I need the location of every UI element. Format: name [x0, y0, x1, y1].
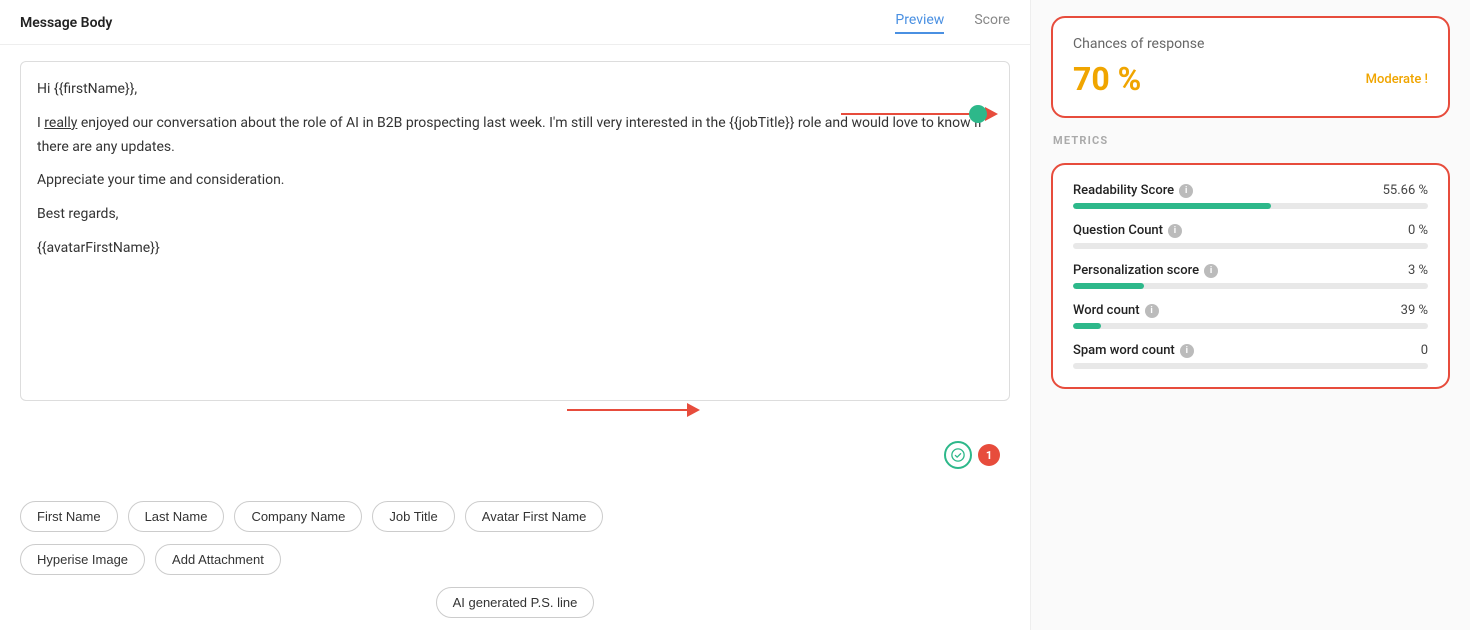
message-line-greeting: Hi {{firstName}},	[37, 78, 993, 102]
response-card-title: Chances of response	[1073, 36, 1428, 52]
personalization-info-icon[interactable]: i	[1204, 264, 1218, 278]
metric-spam: Spam word count i 0	[1073, 343, 1428, 369]
word-count-progress-fill	[1073, 323, 1101, 329]
textarea-footer: 1	[944, 441, 1000, 469]
token-job-title[interactable]: Job Title	[372, 501, 454, 532]
personalization-progress-bg	[1073, 283, 1428, 289]
metrics-section-label: METRICS	[1051, 134, 1450, 147]
token-buttons-row2: Hyperise Image Add Attachment	[0, 544, 1030, 587]
token-buttons-area: First Name Last Name Company Name Job Ti…	[0, 489, 1030, 544]
metric-question-top: Question Count i 0 %	[1073, 223, 1428, 238]
question-progress-bg	[1073, 243, 1428, 249]
word-count-info-icon[interactable]: i	[1145, 304, 1159, 318]
arrow-annotation-bottom	[567, 403, 700, 417]
token-last-name[interactable]: Last Name	[128, 501, 225, 532]
metric-spam-name: Spam word count i	[1073, 343, 1194, 358]
metric-personalization: Personalization score i 3 %	[1073, 263, 1428, 289]
metric-readability-top: Readability Score i 55.66 %	[1073, 183, 1428, 198]
metric-question-name: Question Count i	[1073, 223, 1182, 238]
spell-check-icon[interactable]	[944, 441, 972, 469]
token-ai-ps-line[interactable]: AI generated P.S. line	[436, 587, 595, 618]
metric-word-name: Word count i	[1073, 303, 1159, 318]
token-company-name[interactable]: Company Name	[234, 501, 362, 532]
metric-question-count: Question Count i 0 %	[1073, 223, 1428, 249]
readability-progress-bg	[1073, 203, 1428, 209]
metric-spam-top: Spam word count i 0	[1073, 343, 1428, 358]
readability-info-icon[interactable]: i	[1179, 184, 1193, 198]
main-layout: Message Body Preview Score Hi {{firstNam…	[0, 0, 1470, 630]
header-tabs: Preview Score	[895, 12, 1010, 34]
response-card-body: 70 % Moderate !	[1073, 60, 1428, 98]
message-body-content[interactable]: Hi {{firstName}}, I really enjoyed our c…	[20, 61, 1010, 401]
metric-personalization-top: Personalization score i 3 %	[1073, 263, 1428, 278]
response-percentage: 70 %	[1073, 60, 1141, 98]
tab-preview[interactable]: Preview	[895, 12, 944, 34]
personalization-progress-fill	[1073, 283, 1144, 289]
spam-progress-bg	[1073, 363, 1428, 369]
readability-progress-fill	[1073, 203, 1271, 209]
message-line-regards: Best regards,	[37, 203, 993, 227]
message-area-wrapper: Hi {{firstName}}, I really enjoyed our c…	[0, 45, 1030, 489]
token-add-attachment[interactable]: Add Attachment	[155, 544, 281, 575]
spam-info-icon[interactable]: i	[1180, 344, 1194, 358]
metric-readability: Readability Score i 55.66 %	[1073, 183, 1428, 209]
metric-readability-value: 55.66 %	[1383, 183, 1428, 198]
arrow-line-bottom	[567, 409, 687, 412]
metric-word-top: Word count i 39 %	[1073, 303, 1428, 318]
arrow-head-bottom	[687, 403, 700, 417]
metric-spam-value: 0	[1421, 343, 1428, 358]
word-count-progress-bg	[1073, 323, 1428, 329]
left-panel: Message Body Preview Score Hi {{firstNam…	[0, 0, 1030, 630]
message-line-avatar: {{avatarFirstName}}	[37, 237, 993, 261]
token-buttons-row3: AI generated P.S. line	[0, 587, 1030, 630]
token-hyperise-image[interactable]: Hyperise Image	[20, 544, 145, 575]
token-avatar-first-name[interactable]: Avatar First Name	[465, 501, 604, 532]
error-badge: 1	[978, 444, 1000, 466]
metric-personalization-value: 3 %	[1408, 263, 1428, 278]
message-body-label: Message Body	[20, 15, 112, 31]
metric-personalization-name: Personalization score i	[1073, 263, 1218, 278]
message-line-appreciate: Appreciate your time and consideration.	[37, 169, 993, 193]
response-card: Chances of response 70 % Moderate !	[1051, 16, 1450, 118]
token-first-name[interactable]: First Name	[20, 501, 118, 532]
metric-readability-name: Readability Score i	[1073, 183, 1193, 198]
tab-score[interactable]: Score	[974, 12, 1010, 34]
right-panel: Chances of response 70 % Moderate ! METR…	[1030, 0, 1470, 630]
metric-question-value: 0 %	[1408, 223, 1428, 238]
message-line-body: I really enjoyed our conversation about …	[37, 112, 993, 160]
metrics-section: Readability Score i 55.66 % Question Cou…	[1051, 163, 1450, 389]
header-row: Message Body Preview Score	[0, 0, 1030, 45]
metric-word-count: Word count i 39 %	[1073, 303, 1428, 329]
response-label: Moderate !	[1366, 72, 1428, 87]
question-info-icon[interactable]: i	[1168, 224, 1182, 238]
metric-word-value: 39 %	[1401, 303, 1428, 318]
